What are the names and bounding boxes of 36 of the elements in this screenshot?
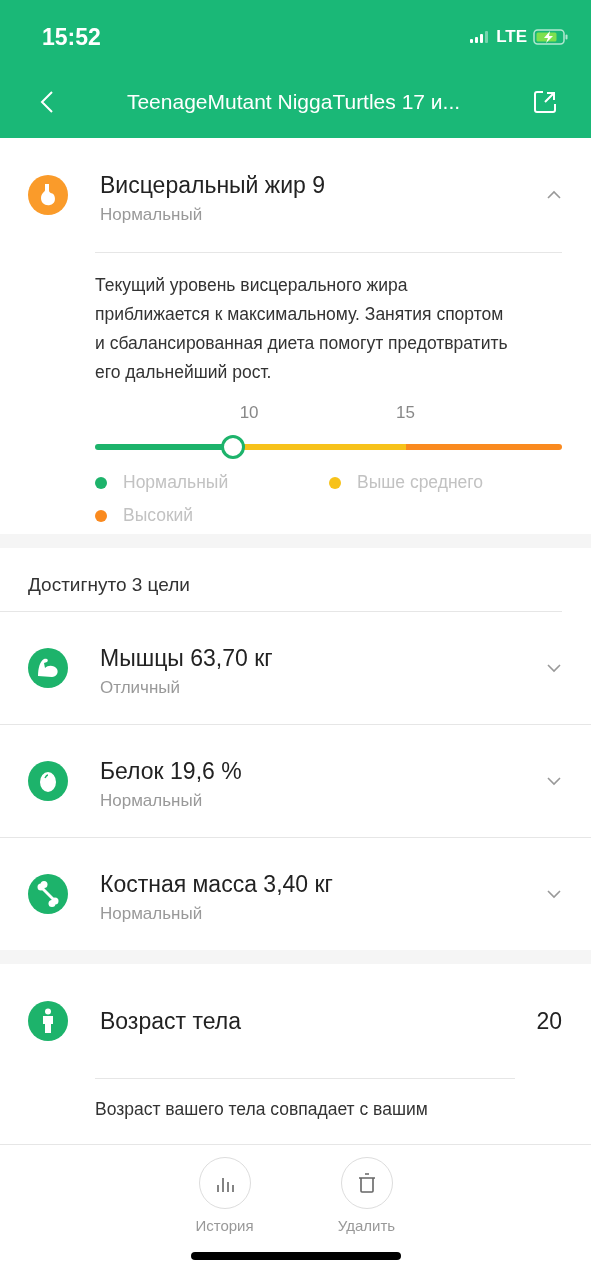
screen-title: TeenageMutant NiggaTurtles 17 и... [125,90,462,114]
section-title: Достигнуто 3 цели [0,548,562,612]
metric-title: Костная масса 3,40 кг [100,870,334,898]
metric-title: Висцеральный жир 9 [100,171,327,199]
chevron-icon[interactable] [546,190,562,200]
delete-button[interactable]: Удалить [316,1157,417,1234]
metric-status: Нормальный [100,903,204,924]
signal-icon [470,31,491,43]
metric-status: Отличный [100,677,181,698]
metric-title: Мышцы 63,70 кг [100,644,274,672]
metric-value: 20 [536,1007,562,1035]
description: Возраст вашего тела совпадает с вашим [95,1078,515,1124]
scale-tick: 10 [239,403,259,423]
back-icon[interactable] [40,90,54,114]
person-icon [28,1001,68,1041]
legend-label: Высокий [123,505,194,526]
chevron-icon[interactable] [546,889,562,899]
stomach-icon [28,175,68,215]
description: Текущий уровень висцерального жира приближается к максимальному. Занятия спортом и сбалансированная диета помогут предотвратить его дальнейший рост. [95,274,509,384]
legend-label: Нормальный [123,472,229,493]
network-label: LTE [496,27,527,47]
legend-label: Выше среднего [357,472,484,493]
bone-icon [28,874,68,914]
metric-title: Белок 19,6 % [100,757,243,785]
scale-tick: 15 [396,403,415,423]
metric-status: Нормальный [100,790,204,811]
muscle-icon [28,648,68,688]
status-time: 15:52 [42,23,101,51]
share-icon[interactable] [533,90,557,114]
egg-icon [28,761,68,801]
chevron-icon[interactable] [546,776,562,786]
metric-title: Возраст тела [100,1007,242,1035]
chevron-icon[interactable] [546,663,562,673]
history-button[interactable]: История [174,1157,275,1234]
battery-icon [533,29,569,45]
metric-status: Нормальный [100,204,204,225]
